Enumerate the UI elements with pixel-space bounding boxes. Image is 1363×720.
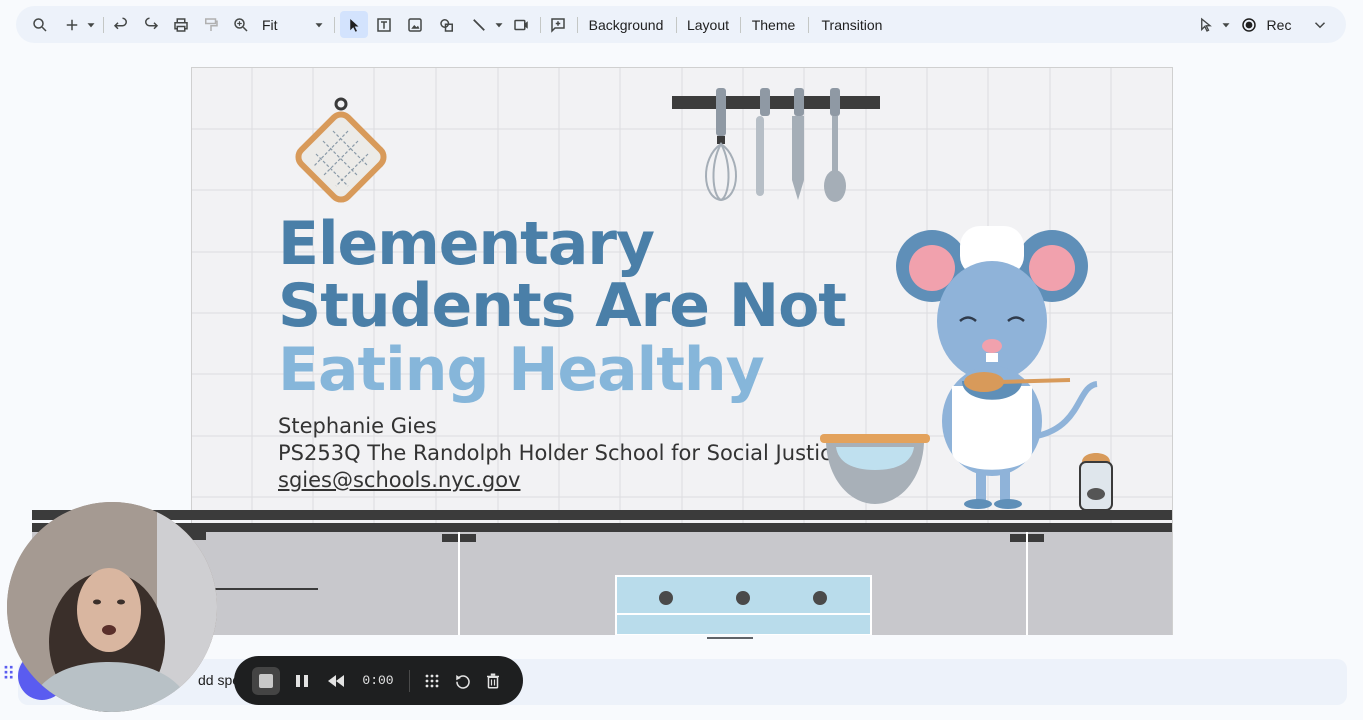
paint-format-icon[interactable] (200, 6, 222, 43)
record-icon[interactable] (1238, 6, 1260, 43)
new-slide-dropdown-icon[interactable] (84, 6, 98, 43)
delete-icon[interactable] (481, 656, 505, 705)
zoom-dropdown-icon[interactable] (312, 6, 326, 43)
pause-icon[interactable] (290, 656, 314, 705)
text-box-icon[interactable] (373, 6, 395, 43)
stop-icon[interactable] (250, 656, 282, 705)
author-name[interactable]: Stephanie Gies (278, 414, 437, 438)
slide-title-line-1[interactable]: Elementary (278, 214, 655, 274)
grid-icon[interactable] (420, 656, 444, 705)
transition-button[interactable]: Transition (814, 6, 890, 43)
rewind-icon[interactable] (324, 656, 348, 705)
zoom-select[interactable]: Fit (262, 6, 302, 43)
theme-button[interactable]: Theme (746, 6, 801, 43)
toolbar-divider (740, 17, 741, 33)
resize-handle[interactable] (707, 637, 753, 639)
line-dropdown-icon[interactable] (492, 6, 506, 43)
search-menus-icon[interactable] (28, 6, 52, 43)
retake-icon[interactable] (451, 656, 475, 705)
layout-button[interactable]: Layout (682, 6, 734, 43)
slide-title-line-3[interactable]: Eating Healthy (278, 340, 765, 400)
collapse-toolbar-icon[interactable] (1310, 6, 1330, 43)
pointer-dropdown-icon[interactable] (1219, 6, 1233, 43)
background-button[interactable]: Background (582, 6, 670, 43)
toolbar-divider (808, 17, 809, 33)
redo-icon[interactable] (140, 6, 162, 43)
slide-title-line-2[interactable]: Students Are Not (278, 276, 847, 336)
insert-image-icon[interactable] (404, 6, 426, 43)
insert-video-icon[interactable] (510, 6, 532, 43)
counter-edge-illustration (32, 523, 1172, 532)
drag-handle-icon[interactable]: ⠿ (2, 664, 15, 685)
counter-top-illustration (32, 510, 1172, 520)
recording-controls: 0:00 (234, 656, 523, 705)
toolbar-divider (103, 17, 104, 33)
chef-mouse-illustration (896, 226, 1098, 509)
shape-icon[interactable] (436, 6, 458, 43)
undo-icon[interactable] (110, 6, 132, 43)
toolbar-divider (334, 17, 335, 33)
utensil-rack-illustration (672, 88, 880, 202)
rec-button[interactable]: Rec (1262, 6, 1296, 43)
school-name[interactable]: PS253Q The Randolph Holder School for So… (278, 441, 845, 465)
new-slide-icon[interactable] (62, 6, 82, 43)
speaker-notes-panel[interactable]: dd speal (18, 659, 1347, 705)
select-tool-icon[interactable] (340, 11, 368, 38)
email-link[interactable]: sgies@schools.nyc.gov (278, 468, 520, 492)
toolbar-divider (577, 17, 578, 33)
zoom-icon[interactable] (230, 6, 252, 43)
toolbar-divider (540, 17, 541, 33)
pointer-tool-icon[interactable] (1196, 6, 1218, 43)
line-icon[interactable] (468, 6, 490, 43)
recording-timer: 0:00 (362, 673, 394, 688)
recorder-divider (409, 670, 410, 692)
pot-holder-illustration (295, 97, 387, 203)
presenter-camera-bubble[interactable] (7, 502, 217, 712)
print-icon[interactable] (170, 6, 192, 43)
pepper-shaker-illustration (1079, 453, 1113, 511)
toolbar: Fit Background Layout Theme Transition R… (16, 6, 1346, 43)
add-comment-icon[interactable] (547, 6, 569, 43)
toolbar-divider (676, 17, 677, 33)
